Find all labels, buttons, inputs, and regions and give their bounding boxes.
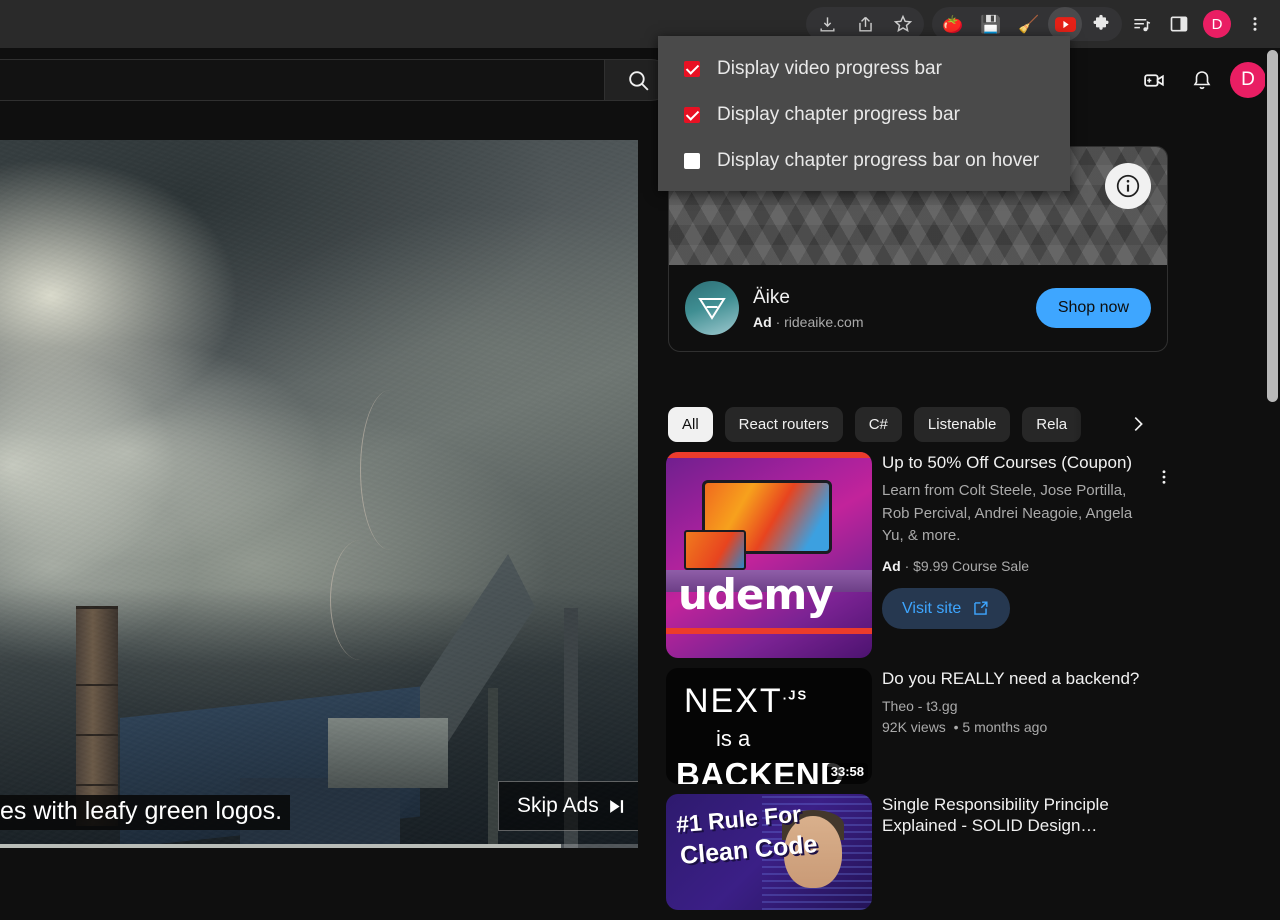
secondary-column: Äike Ad · rideaike.com Shop now All Reac… xyxy=(658,140,1258,910)
popup-option-chapter-progress-hover[interactable]: Display chapter progress bar on hover xyxy=(658,138,1070,184)
video-player[interactable]: Skip Ads es with leafy green logos. xyxy=(0,140,638,848)
list-item-video[interactable]: NEXT.JS is a BACKEND FRAMEWORK 33:58 Do … xyxy=(666,668,1178,784)
youtube-page: D Skip Ads es with lea xyxy=(0,48,1280,910)
ad-thumbnail[interactable]: udemy xyxy=(666,452,872,658)
chip-all[interactable]: All xyxy=(668,406,713,442)
video-thumbnail-2[interactable]: #1 Rule For Clean Code xyxy=(666,794,872,910)
thumbnail-text-next: NEXT xyxy=(684,682,783,720)
search-input[interactable] xyxy=(0,59,604,101)
ad-domain: rideaike.com xyxy=(784,313,864,330)
advertiser-meta: Ad · rideaike.com xyxy=(753,314,1022,330)
popup-option-chapter-progress[interactable]: Display chapter progress bar xyxy=(658,92,1070,138)
video-caption: es with leafy green logos. xyxy=(0,795,291,830)
recommendations-list: udemy Up to 50% Off Courses (Coupon) Lea… xyxy=(666,452,1178,920)
ad-separator: · xyxy=(775,313,781,330)
browser-profile-avatar[interactable]: D xyxy=(1198,8,1236,40)
extensions-puzzle-icon[interactable] xyxy=(1082,8,1120,40)
youtube-avatar-initial: D xyxy=(1241,69,1255,90)
thumbnail-line-3: BACKEND xyxy=(676,756,845,784)
thumbnail-line-1: NEXT.JS xyxy=(684,682,808,721)
thumbnail-text-js: .JS xyxy=(782,687,809,703)
video-frame-wire-2 xyxy=(330,540,390,660)
chrome-menu-icon[interactable] xyxy=(1236,8,1274,40)
skip-ads-button[interactable]: Skip Ads xyxy=(498,781,638,831)
checkbox-video-progress-bar[interactable] xyxy=(684,61,700,77)
masthead-right-controls: D xyxy=(1134,48,1266,112)
video-item-meta: Do you REALLY need a backend? Theo - t3.… xyxy=(882,668,1178,784)
playlist-icon[interactable] xyxy=(1122,8,1160,40)
popup-option-video-progress-label: Display video progress bar xyxy=(717,58,942,79)
notifications-bell-icon[interactable] xyxy=(1182,60,1222,100)
video-item-age: 5 months ago xyxy=(962,718,1048,735)
display-ad-body: Äike Ad · rideaike.com Shop now xyxy=(669,265,1167,351)
ad-badge: Ad xyxy=(753,313,772,330)
video-progress-bar[interactable] xyxy=(0,844,638,848)
ad-item-meta: Up to 50% Off Courses (Coupon) Learn fro… xyxy=(882,452,1178,658)
sidebar-panel-icon[interactable] xyxy=(1160,8,1198,40)
filter-chip-bar: All React routers C# Listenable Rela xyxy=(668,400,1188,448)
video-item-2-title[interactable]: Single Responsibility Principle Explaine… xyxy=(882,794,1152,837)
ad-item-title[interactable]: Up to 50% Off Courses (Coupon) xyxy=(882,452,1152,473)
youtube-progress-bar-popup[interactable]: Display video progress bar Display chapt… xyxy=(658,36,1070,191)
video-item-stats: 92K views • 5 months ago xyxy=(882,717,1152,737)
checkbox-chapter-progress-bar[interactable] xyxy=(684,107,700,123)
chip-next-arrow-icon[interactable] xyxy=(1126,412,1150,436)
chip-listenable[interactable]: Listenable xyxy=(913,406,1011,442)
video-item-separator: • xyxy=(953,718,959,735)
ad-item-more-options-icon[interactable] xyxy=(1152,460,1176,494)
youtube-masthead: D xyxy=(0,48,1280,112)
ad-item-detail: $9.99 Course Sale xyxy=(913,557,1030,574)
skip-ads-label: Skip Ads xyxy=(517,794,599,817)
video-item-2-meta: Single Responsibility Principle Explaine… xyxy=(882,794,1178,910)
video-frame-wire xyxy=(360,390,420,550)
popup-option-chapter-progress-hover-label: Display chapter progress bar on hover xyxy=(717,150,1040,171)
popup-option-chapter-progress-label: Display chapter progress bar xyxy=(717,104,960,125)
list-item-video-2[interactable]: #1 Rule For Clean Code Single Responsibi… xyxy=(666,794,1178,910)
ad-thumbnail-wordmark: udemy xyxy=(678,570,834,619)
visit-site-label: Visit site xyxy=(902,599,962,617)
popup-option-video-progress[interactable]: Display video progress bar xyxy=(658,46,1070,92)
video-thumbnail[interactable]: NEXT.JS is a BACKEND FRAMEWORK 33:58 xyxy=(666,668,872,784)
external-link-icon xyxy=(974,601,988,615)
advertiser-name: Äike xyxy=(753,286,790,308)
video-item-title[interactable]: Do you REALLY need a backend? xyxy=(882,668,1152,689)
chip-csharp[interactable]: C# xyxy=(854,406,902,442)
create-video-icon[interactable] xyxy=(1134,60,1174,100)
video-frame-grain xyxy=(0,140,638,848)
ad-item-separator: · xyxy=(904,557,910,574)
list-item-ad[interactable]: udemy Up to 50% Off Courses (Coupon) Lea… xyxy=(666,452,1178,658)
video-duration-badge: 33:58 xyxy=(826,763,868,780)
page-scrollbar[interactable] xyxy=(1265,48,1280,800)
chip-related[interactable]: Rela xyxy=(1022,406,1082,442)
ad-info-icon[interactable] xyxy=(1105,163,1151,209)
thumbnail-line-2: is a xyxy=(716,726,751,751)
shop-now-button[interactable]: Shop now xyxy=(1035,288,1151,328)
ad-item-badge: Ad xyxy=(882,557,901,574)
search-form xyxy=(0,59,672,101)
video-item-views: 92K views xyxy=(882,718,946,735)
browser-avatar-initial: D xyxy=(1203,10,1231,38)
youtube-account-avatar[interactable]: D xyxy=(1230,62,1266,98)
ad-item-meta-line: Ad · $9.99 Course Sale xyxy=(882,556,1152,576)
advertiser-logo xyxy=(685,281,739,335)
ad-thumbnail-tablet xyxy=(684,530,746,570)
checkbox-chapter-progress-bar-hover[interactable] xyxy=(684,153,700,169)
display-ad-texts: Äike Ad · rideaike.com xyxy=(753,287,1022,330)
ad-item-description: Learn from Colt Steele, Jose Portilla, R… xyxy=(882,482,1133,545)
skip-next-icon xyxy=(609,799,623,813)
video-item-channel[interactable]: Theo - t3.gg xyxy=(882,696,1152,716)
scrollbar-thumb[interactable] xyxy=(1267,50,1278,402)
chip-react-routers[interactable]: React routers xyxy=(724,406,843,442)
browser-toolbar: 🍅 💾 🧹 D xyxy=(0,0,1280,48)
visit-site-button[interactable]: Visit site xyxy=(882,588,1011,630)
